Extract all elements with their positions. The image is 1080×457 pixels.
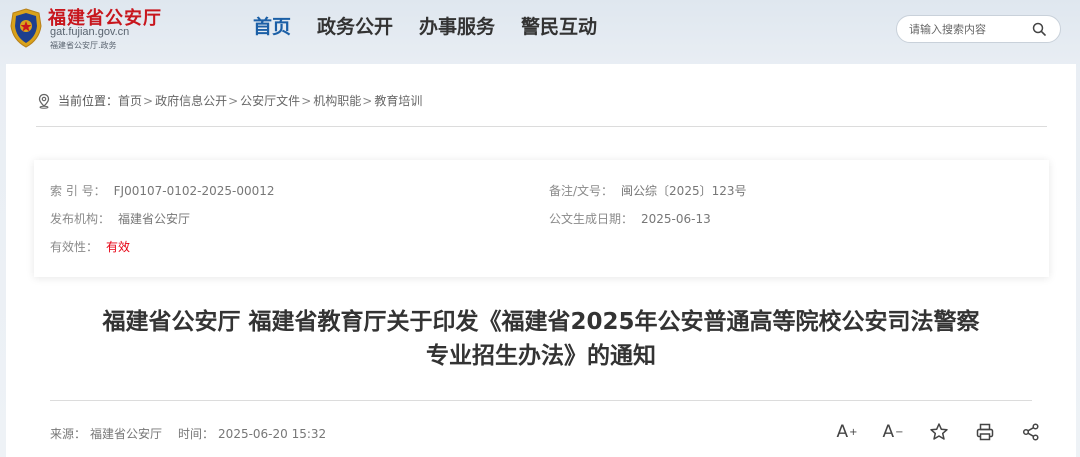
breadcrumb-dept-docs[interactable]: 公安厅文件 [240,92,300,109]
print-icon-svg [976,423,994,441]
meta-validity-value: 有效 [106,240,131,254]
time-value: 2025-06-20 15:32 [218,427,327,441]
article-tools: A + A − [824,420,1054,444]
source-bar: 来源： 福建省公安厅 时间： 2025-06-20 15:32 [50,425,342,442]
print-icon[interactable] [962,420,1008,444]
font-decrease-icon[interactable]: A − [870,420,916,444]
divider [50,400,1032,401]
search-input[interactable] [909,20,1027,38]
font-decrease-sup: − [895,426,904,438]
meta-org-label: 发布机构： [50,212,111,226]
document-title-line2: 专业招生办法》的通知 [426,343,656,369]
share-icon[interactable] [1008,420,1054,444]
nav-item-interaction[interactable]: 警民互动 [508,12,610,42]
document-title-line1: 福建省公安厅 福建省教育厅关于印发《福建省2025年公安普通高等院校公安司法警察 [102,309,980,335]
search-icon[interactable] [1032,22,1046,36]
font-increase-glyph: A [836,422,849,442]
share-icon-svg [1022,423,1039,441]
breadcrumb-home[interactable]: 首页 [118,92,142,109]
meta-date-label: 公文生成日期： [549,212,634,226]
meta-validity-label: 有效性： [50,240,99,254]
content-panel: 当前位置： 首页 > 政府信息公开 > 公安厅文件 > 机构职能 > 教育培训 … [6,64,1076,457]
site-header: 福建省公安厅 gat.fujian.gov.cn 福建省公安厅.政务 首页 政务… [0,0,1080,58]
meta-index-value: FJ00107-0102-2025-00012 [113,184,275,198]
breadcrumb: 当前位置： 首页 > 政府信息公开 > 公安厅文件 > 机构职能 > 教育培训 [36,92,422,109]
meta-docno-label: 备注/文号： [549,184,614,198]
divider [36,126,1047,127]
breadcrumb-separator: > [228,93,239,108]
font-increase-sup: + [849,426,858,438]
breadcrumb-org-functions[interactable]: 机构职能 [313,92,361,109]
search-box [896,15,1061,43]
meta-org-value: 福建省公安厅 [118,212,191,226]
brand-subtitle: 福建省公安厅.政务 [50,41,117,50]
time-label: 时间： [178,427,215,441]
source-label: 来源： [50,427,87,441]
meta-date: 公文生成日期： 2025-06-13 [549,210,711,227]
police-emblem-icon[interactable] [6,6,46,50]
meta-docno: 备注/文号： 闽公综〔2025〕123号 [549,182,747,199]
main-nav: 首页 政务公开 办事服务 警民互动 [240,12,610,42]
meta-index: 索 引 号： FJ00107-0102-2025-00012 [50,182,275,199]
breadcrumb-education-training[interactable]: 教育培训 [374,92,422,109]
meta-validity: 有效性： 有效 [50,238,130,255]
location-icon [38,93,50,109]
star-icon-svg [930,423,948,440]
font-decrease-glyph: A [882,422,895,442]
breadcrumb-label: 当前位置： [58,94,119,108]
nav-item-gov-affairs[interactable]: 政务公开 [304,12,406,42]
meta-docno-value: 闽公综〔2025〕123号 [621,184,747,198]
nav-item-home[interactable]: 首页 [240,12,304,42]
meta-index-label: 索 引 号： [50,184,106,198]
brand-domain: gat.fujian.gov.cn [50,26,130,38]
breadcrumb-gov-info[interactable]: 政府信息公开 [155,92,227,109]
font-increase-icon[interactable]: A + [824,420,870,444]
document-meta-box: 索 引 号： FJ00107-0102-2025-00012 备注/文号： 闽公综〔… [34,160,1049,277]
star-icon[interactable] [916,420,962,444]
document-title: 福建省公安厅 福建省教育厅关于印发《福建省2025年公安普通高等院校公安司法警察… [6,305,1076,373]
source-value: 福建省公安厅 [90,427,163,441]
breadcrumb-separator: > [301,93,312,108]
meta-date-value: 2025-06-13 [641,212,711,226]
breadcrumb-separator: > [143,93,154,108]
breadcrumb-separator: > [362,93,373,108]
nav-item-services[interactable]: 办事服务 [406,12,508,42]
meta-org: 发布机构： 福建省公安厅 [50,210,190,227]
